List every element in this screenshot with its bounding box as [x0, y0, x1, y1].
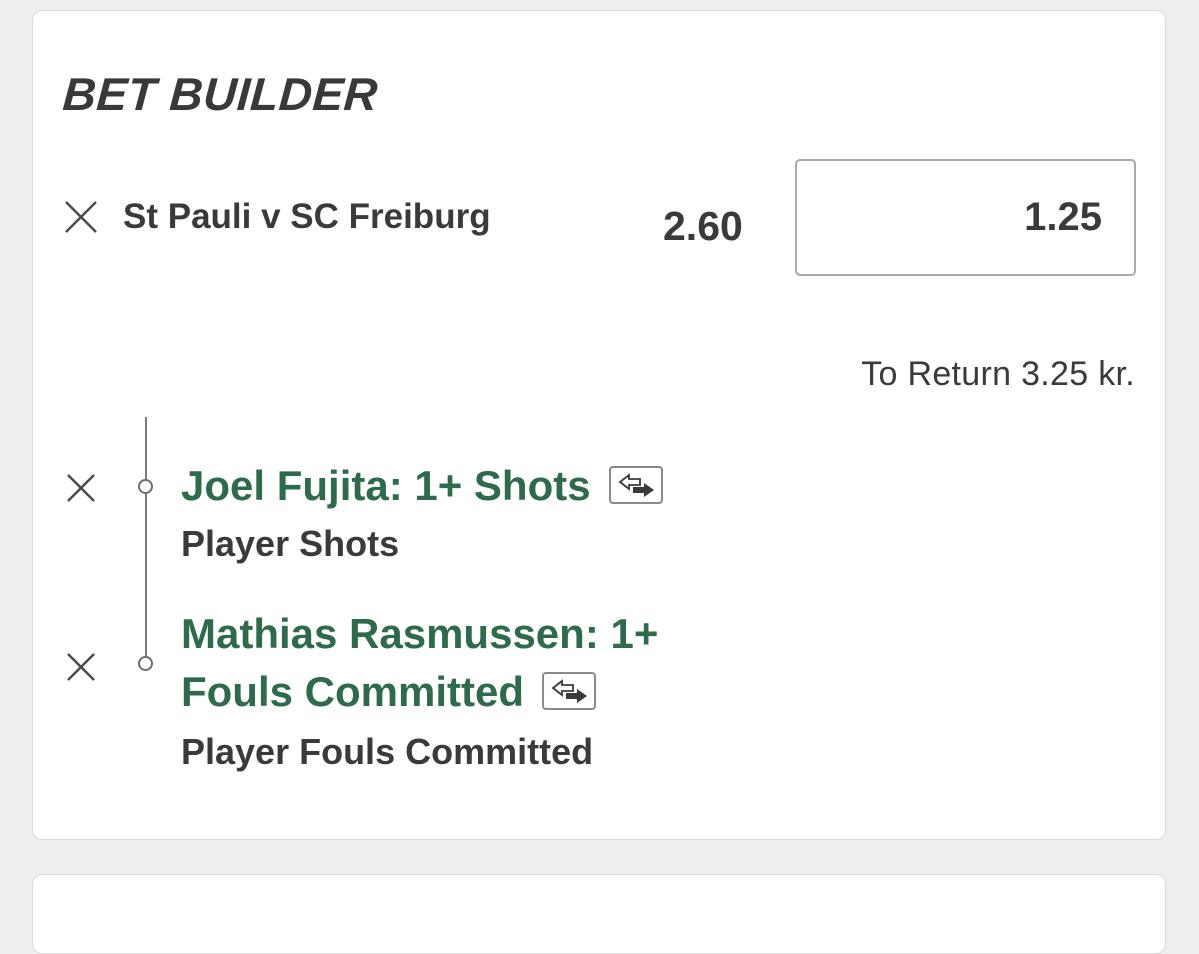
selection-title: Mathias Rasmussen: 1+ Fouls Committed	[181, 605, 658, 721]
timeline-dot	[138, 656, 153, 671]
swap-icon	[618, 473, 654, 497]
selection-title-line1: Mathias Rasmussen: 1+	[181, 610, 659, 657]
selection-market: Player Shots	[181, 523, 400, 564]
swap-icon	[551, 679, 587, 703]
selection-title: Joel Fujita: 1+ Shots	[181, 457, 663, 515]
match-name: St Pauli v SC Freiburg	[123, 197, 491, 236]
match-odds: 2.60	[663, 203, 743, 249]
bet-builder-card: BET BUILDER St Pauli v SC Freiburg 2.60 …	[32, 10, 1166, 840]
close-icon	[67, 474, 95, 502]
remove-selection-button[interactable]	[65, 472, 97, 504]
bet-builder-title: BET BUILDER	[61, 68, 380, 120]
selection-title-text: Joel Fujita: 1+ Shots	[181, 462, 591, 509]
selection-title-line2-row: Fouls Committed	[181, 663, 658, 721]
close-icon	[67, 653, 95, 681]
to-return-text: To Return 3.25 kr.	[861, 355, 1135, 393]
selection-title-line2: Fouls Committed	[181, 668, 524, 715]
timeline-line	[145, 417, 147, 667]
remove-match-button[interactable]	[63, 199, 99, 235]
next-card	[32, 874, 1166, 954]
stake-input[interactable]	[795, 159, 1136, 276]
swap-button[interactable]	[608, 465, 663, 504]
swap-button[interactable]	[542, 671, 596, 710]
close-icon	[65, 201, 97, 233]
selection-market: Player Fouls Committed	[181, 731, 594, 772]
timeline-dot	[138, 479, 153, 494]
remove-selection-button[interactable]	[65, 651, 97, 683]
